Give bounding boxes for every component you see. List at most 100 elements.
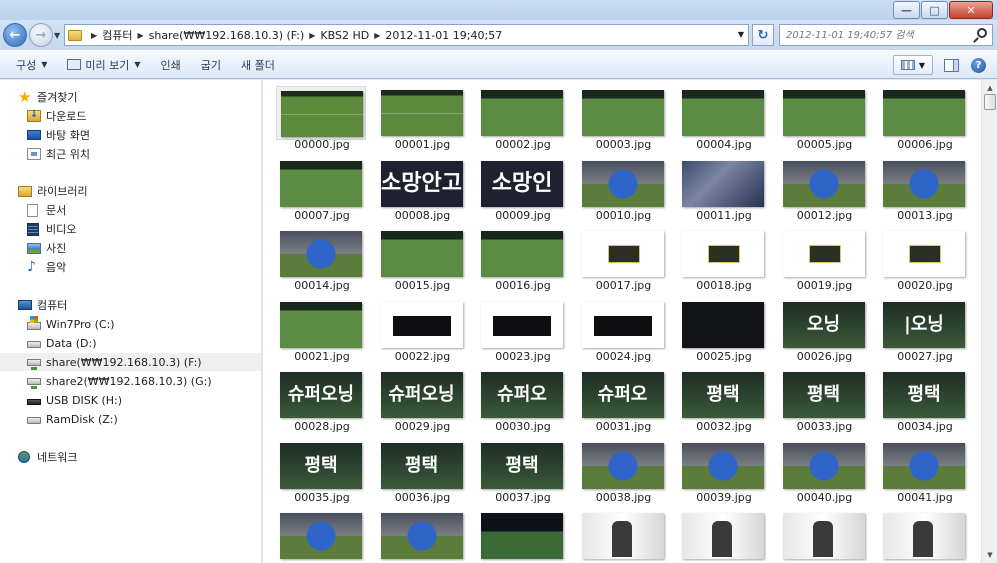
nav-recent[interactable]: 최근 위치	[27, 145, 90, 163]
nav-drive-c[interactable]: Win7Pro (C:)	[27, 315, 115, 333]
file-item[interactable]: 슈퍼오닝 00028.jpg	[275, 364, 369, 433]
scroll-thumb[interactable]	[984, 94, 996, 110]
file-item[interactable]	[376, 505, 470, 563]
file-item[interactable]	[476, 505, 570, 563]
file-item[interactable]: 00040.jpg	[778, 435, 872, 504]
nav-favorites[interactable]: ★ 즐겨찾기	[18, 88, 77, 106]
file-item[interactable]: 슈퍼오 00030.jpg	[476, 364, 570, 433]
address-dropdown-icon[interactable]: ▼	[738, 30, 744, 39]
file-item[interactable]: 평택 00037.jpg	[476, 435, 570, 504]
nav-computer[interactable]: 컴퓨터	[18, 296, 67, 314]
minimize-button[interactable]: —	[893, 1, 920, 19]
file-item[interactable]: 평택 00033.jpg	[778, 364, 872, 433]
file-item[interactable]: 00020.jpg	[878, 223, 972, 292]
nav-videos[interactable]: 비디오	[27, 220, 76, 238]
breadcrumb-drive[interactable]: share(₩₩192.168.10.3) (F:)	[149, 29, 305, 42]
file-item[interactable]: 00002.jpg	[476, 82, 570, 151]
file-item[interactable]	[677, 505, 771, 563]
nav-documents[interactable]: 문서	[27, 201, 66, 219]
nav-music[interactable]: ♪ 음악	[27, 258, 66, 276]
chevron-right-icon[interactable]: ▶	[138, 31, 144, 40]
preview-pane-button[interactable]	[943, 55, 960, 75]
change-view-button[interactable]: ▼	[893, 55, 933, 75]
file-item[interactable]: 평택 00035.jpg	[275, 435, 369, 504]
file-item[interactable]: 00025.jpg	[677, 294, 771, 363]
file-item[interactable]: 평택 00032.jpg	[677, 364, 771, 433]
search-box[interactable]	[779, 24, 993, 46]
file-item[interactable]: |오닝 00027.jpg	[878, 294, 972, 363]
file-item[interactable]: 00011.jpg	[677, 153, 771, 222]
breadcrumb-computer[interactable]: 컴퓨터	[102, 27, 132, 43]
burn-button[interactable]: 굽기	[197, 54, 225, 76]
file-item[interactable]: 슈퍼오닝 00029.jpg	[376, 364, 470, 433]
forward-button[interactable]: →	[29, 23, 53, 47]
file-item[interactable]: 00041.jpg	[878, 435, 972, 504]
file-item[interactable]: 00004.jpg	[677, 82, 771, 151]
nav-network[interactable]: 네트워크	[18, 448, 77, 466]
file-item[interactable]: 00019.jpg	[778, 223, 872, 292]
file-item[interactable]	[778, 505, 872, 563]
nav-pictures[interactable]: 사진	[27, 239, 66, 257]
maximize-button[interactable]: □	[921, 1, 948, 19]
nav-drive-h[interactable]: USB DISK (H:)	[27, 391, 122, 409]
file-item[interactable]: 00014.jpg	[275, 223, 369, 292]
file-item[interactable]: 평택 00034.jpg	[878, 364, 972, 433]
nav-desktop[interactable]: 바탕 화면	[27, 126, 90, 144]
file-item[interactable]: 오닝 00026.jpg	[778, 294, 872, 363]
file-item[interactable]: 00022.jpg	[376, 294, 470, 363]
chevron-right-icon[interactable]: ▶	[91, 31, 97, 40]
refresh-button[interactable]: ↻	[752, 24, 774, 46]
nav-drive-g[interactable]: share2(₩₩192.168.10.3) (G:)	[27, 372, 212, 390]
recent-pages-dropdown[interactable]: ▼	[54, 31, 60, 40]
breadcrumb-folder[interactable]: KBS2 HD	[320, 29, 369, 42]
file-item[interactable]: 00007.jpg	[275, 153, 369, 222]
nav-libraries[interactable]: 라이브러리	[18, 182, 88, 200]
file-item[interactable]: 00015.jpg	[376, 223, 470, 292]
back-button[interactable]: ←	[3, 23, 27, 47]
file-item[interactable]: 00000.jpg	[275, 82, 369, 151]
nav-drive-z[interactable]: RamDisk (Z:)	[27, 410, 118, 428]
scroll-down-icon[interactable]: ▼	[982, 547, 997, 563]
chevron-right-icon[interactable]: ▶	[309, 31, 315, 40]
file-item[interactable]: 평택 00036.jpg	[376, 435, 470, 504]
file-item[interactable]: 00003.jpg	[577, 82, 671, 151]
file-item[interactable]: 00016.jpg	[476, 223, 570, 292]
search-input[interactable]	[786, 29, 966, 41]
file-name: 00012.jpg	[796, 208, 853, 222]
file-item[interactable]	[275, 505, 369, 563]
file-item[interactable]: 00001.jpg	[376, 82, 470, 151]
vertical-scrollbar[interactable]: ▲ ▼	[981, 80, 997, 563]
help-button[interactable]: ?	[970, 55, 987, 75]
file-item[interactable]: 00039.jpg	[677, 435, 771, 504]
new-folder-button[interactable]: 새 폴더	[237, 54, 279, 76]
nav-label: 비디오	[46, 223, 77, 236]
nav-downloads[interactable]: 다운로드	[27, 107, 86, 125]
file-item[interactable]: 00013.jpg	[878, 153, 972, 222]
file-item[interactable]: 소망안고 00008.jpg	[376, 153, 470, 222]
file-item[interactable]	[577, 505, 671, 563]
file-item[interactable]: 00012.jpg	[778, 153, 872, 222]
breadcrumb-current[interactable]: 2012-11-01 19;40;57	[385, 29, 502, 42]
print-button[interactable]: 인쇄	[157, 54, 185, 76]
file-item[interactable]: 00017.jpg	[577, 223, 671, 292]
file-item[interactable]: 00018.jpg	[677, 223, 771, 292]
organize-menu[interactable]: 구성 ▼	[12, 54, 51, 76]
file-item[interactable]	[878, 505, 972, 563]
file-item[interactable]: 00024.jpg	[577, 294, 671, 363]
nav-drive-f[interactable]: share(₩₩192.168.10.3) (F:)	[0, 353, 261, 371]
chevron-right-icon[interactable]: ▶	[374, 31, 380, 40]
file-item[interactable]: 00006.jpg	[878, 82, 972, 151]
file-item[interactable]: 소망인 00009.jpg	[476, 153, 570, 222]
preview-menu[interactable]: 미리 보기 ▼	[63, 54, 144, 76]
search-icon[interactable]	[977, 28, 987, 38]
file-item[interactable]: 00038.jpg	[577, 435, 671, 504]
close-button[interactable]: ✕	[949, 1, 993, 19]
address-bar[interactable]: ▶ 컴퓨터 ▶ share(₩₩192.168.10.3) (F:) ▶ KBS…	[64, 24, 749, 46]
file-item[interactable]: 00021.jpg	[275, 294, 369, 363]
file-item[interactable]: 슈퍼오 00031.jpg	[577, 364, 671, 433]
nav-drive-d[interactable]: Data (D:)	[27, 334, 97, 352]
file-item[interactable]: 00010.jpg	[577, 153, 671, 222]
file-item[interactable]: 00023.jpg	[476, 294, 570, 363]
file-item[interactable]: 00005.jpg	[778, 82, 872, 151]
nav-label: 문서	[46, 204, 67, 217]
